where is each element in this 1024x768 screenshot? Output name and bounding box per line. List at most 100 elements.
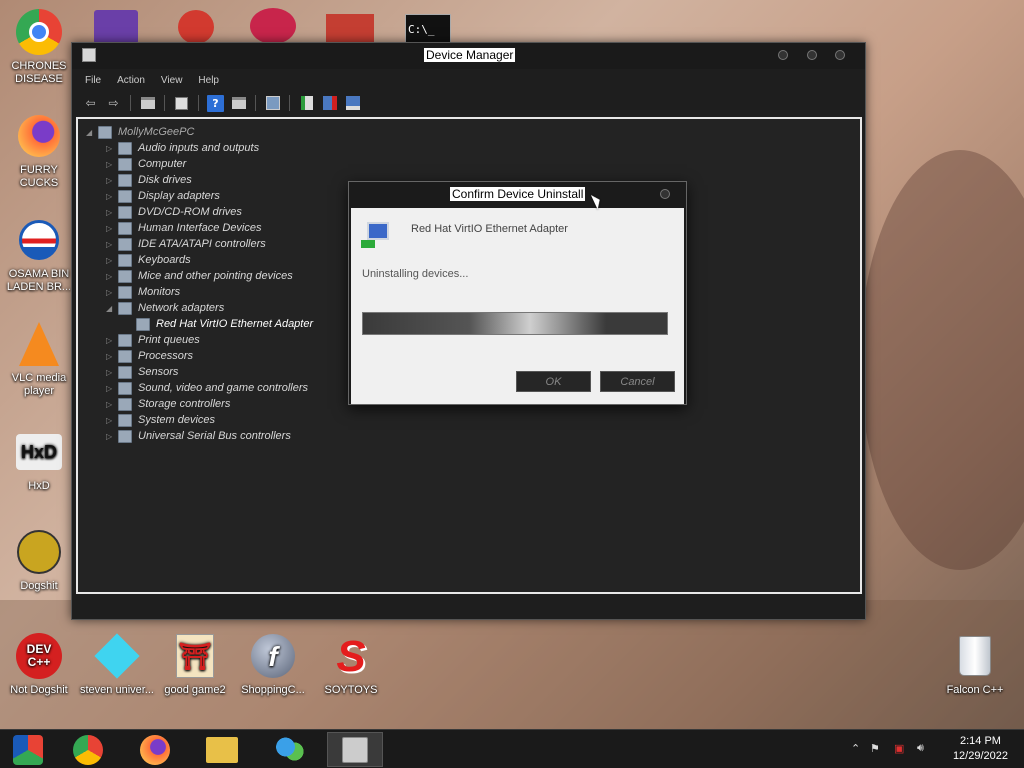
desktop-icon-soytoys[interactable]: S SOYTOYS: [313, 632, 389, 697]
desktop-icon-chrones-disease[interactable]: CHRONES DISEASE: [1, 8, 77, 86]
confirm-uninstall-dialog[interactable]: Confirm Device Uninstall Red Hat VirtIO …: [348, 181, 687, 405]
menu-action[interactable]: Action: [117, 75, 145, 86]
show-hidden-icons-chevron-icon[interactable]: ⌃: [851, 742, 860, 755]
clock[interactable]: 2:14 PM 12/29/2022: [953, 734, 1008, 764]
help-icon[interactable]: ?: [207, 94, 224, 112]
close-button[interactable]: [835, 50, 845, 60]
ok-button[interactable]: OK: [516, 371, 591, 392]
taskbar-device-manager[interactable]: [327, 732, 383, 767]
expand-arrow-icon[interactable]: ▷: [106, 432, 118, 441]
tree-category[interactable]: ▷ Keyboards: [106, 252, 191, 268]
collapse-arrow-icon[interactable]: ◢: [86, 128, 98, 137]
desktop-icon-falcon-cpp[interactable]: Falcon C++: [937, 632, 1013, 697]
expand-arrow-icon[interactable]: ▷: [106, 416, 118, 425]
visual-studio-icon[interactable]: [94, 10, 138, 44]
taskbar-chrome[interactable]: [60, 732, 116, 767]
expand-arrow-icon[interactable]: ▷: [106, 400, 118, 409]
tree-category[interactable]: ▷ Sound, video and game controllers: [106, 380, 308, 396]
tree-category[interactable]: ▷ Print queues: [106, 332, 200, 348]
tree-category[interactable]: ▷ Storage controllers: [106, 396, 230, 412]
tree-category[interactable]: ▷ System devices: [106, 412, 215, 428]
expand-arrow-icon[interactable]: ▷: [106, 144, 118, 153]
desktop-icon-osama[interactable]: OSAMA BIN LADEN BR...: [1, 216, 77, 294]
network-disconnected-icon[interactable]: ▣: [894, 742, 904, 755]
collapse-arrow-icon[interactable]: ◢: [106, 304, 118, 313]
taskbar-firefox[interactable]: [127, 732, 183, 767]
tree-item-label: Disk drives: [138, 174, 192, 186]
tree-category[interactable]: ▷ IDE ATA/ATAPI controllers: [106, 236, 266, 252]
tree-device-item[interactable]: Red Hat VirtIO Ethernet Adapter: [136, 316, 313, 332]
desktop-icon-good-game2[interactable]: ⛩ good game2: [157, 632, 233, 697]
desktop-icon-hxd[interactable]: HxD HxD: [1, 428, 77, 493]
tree-category[interactable]: ▷ DVD/CD-ROM drives: [106, 204, 242, 220]
devcpp-icon: DEV C++: [15, 632, 63, 680]
tree-root[interactable]: ◢ MollyMcGeePC: [86, 124, 194, 140]
back-icon[interactable]: ⇦: [82, 95, 99, 112]
taskbar-file-explorer[interactable]: [194, 732, 250, 767]
expand-arrow-icon[interactable]: ▷: [106, 176, 118, 185]
desktop-icon-vlc[interactable]: VLC media player: [1, 320, 77, 398]
desktop-icon-not-dogshit[interactable]: DEV C++ Not Dogshit: [1, 632, 77, 697]
taskbar-chrome-alt[interactable]: [0, 732, 56, 767]
list-icon[interactable]: [173, 95, 190, 112]
view-icon[interactable]: [230, 95, 247, 112]
desktop-icon-furry-cucks[interactable]: FURRY CUCKS: [1, 112, 77, 190]
printer-icon: [118, 333, 132, 347]
desktop-icon-dogshit[interactable]: Dogshit: [1, 528, 77, 593]
expand-arrow-icon[interactable]: ▷: [106, 160, 118, 169]
minimize-button[interactable]: [778, 50, 788, 60]
menu-view[interactable]: View: [161, 75, 183, 86]
scan-icon[interactable]: [264, 95, 281, 112]
expand-arrow-icon[interactable]: ▷: [106, 192, 118, 201]
dialog-title-bar[interactable]: Confirm Device Uninstall: [349, 182, 686, 208]
tree-category[interactable]: ▷ Computer: [106, 156, 186, 172]
tree-category[interactable]: ▷ Display adapters: [106, 188, 220, 204]
expand-arrow-icon[interactable]: ▷: [106, 272, 118, 281]
tree-category[interactable]: ▷ Mice and other pointing devices: [106, 268, 293, 284]
expand-arrow-icon[interactable]: ▷: [106, 352, 118, 361]
clock-date: 12/29/2022: [952, 750, 1008, 762]
flag-icon[interactable]: ⚑: [870, 742, 880, 755]
title-bar[interactable]: Device Manager: [72, 43, 865, 69]
desktop-icon-steven-universe[interactable]: steven univer...: [79, 632, 155, 697]
tree-category[interactable]: ▷ Processors: [106, 348, 193, 364]
expand-arrow-icon[interactable]: ▷: [106, 208, 118, 217]
expand-arrow-icon[interactable]: ▷: [106, 336, 118, 345]
maximize-button[interactable]: [807, 50, 817, 60]
desktop-icon-label: Not Dogshit: [10, 684, 68, 696]
app-icon-2[interactable]: [178, 10, 214, 44]
taskbar: ⌃ ⚑ ▣ 🔊︎ 2:14 PM 12/29/2022: [0, 729, 1024, 768]
app-icon-4[interactable]: [326, 14, 374, 44]
tree-category[interactable]: ◢ Network adapters: [106, 300, 224, 316]
add-hardware-icon[interactable]: [344, 95, 361, 112]
menu-help[interactable]: Help: [198, 75, 219, 86]
expand-arrow-icon[interactable]: ▷: [106, 368, 118, 377]
desktop-icon-label: good game2: [164, 684, 226, 696]
desktop-icon-shopping[interactable]: f ShoppingC...: [235, 632, 311, 697]
app-icon-3[interactable]: [250, 8, 296, 44]
tree-category[interactable]: ▷ Universal Serial Bus controllers: [106, 428, 291, 444]
tree-category[interactable]: ▷ Disk drives: [106, 172, 192, 188]
expand-arrow-icon[interactable]: ▷: [106, 288, 118, 297]
expand-arrow-icon[interactable]: ▷: [106, 384, 118, 393]
cancel-button[interactable]: Cancel: [600, 371, 675, 392]
expand-arrow-icon[interactable]: ▷: [106, 224, 118, 233]
cmd-icon[interactable]: C:\_: [405, 14, 451, 44]
menu-file[interactable]: File: [85, 75, 101, 86]
expand-arrow-icon[interactable]: ▷: [106, 240, 118, 249]
tree-category[interactable]: ▷ Human Interface Devices: [106, 220, 262, 236]
volume-icon[interactable]: 🔊︎: [917, 742, 924, 755]
forward-icon[interactable]: ⇨: [105, 95, 122, 112]
device-manager-icon: [342, 736, 368, 763]
properties-icon[interactable]: [139, 95, 156, 112]
taskbar-people[interactable]: [262, 732, 318, 767]
tree-category[interactable]: ▷ Audio inputs and outputs: [106, 140, 259, 156]
device-manager-app-icon: [82, 48, 96, 62]
tree-category[interactable]: ▷ Monitors: [106, 284, 180, 300]
dialog-close-button[interactable]: [660, 189, 670, 199]
keyboard-icon: [118, 253, 132, 267]
tree-category[interactable]: ▷ Sensors: [106, 364, 178, 380]
update-driver-icon[interactable]: [298, 95, 315, 112]
expand-arrow-icon[interactable]: ▷: [106, 256, 118, 265]
uninstall-icon[interactable]: [321, 95, 338, 112]
